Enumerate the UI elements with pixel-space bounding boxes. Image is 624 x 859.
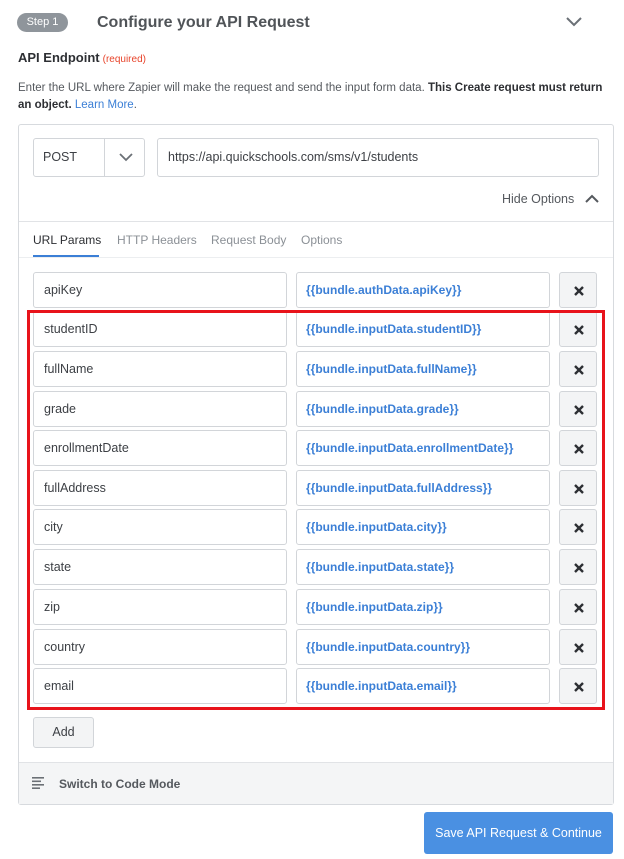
param-row: studentID {{bundle.inputData.studentID}} bbox=[0, 311, 624, 347]
param-value-input[interactable]: {{bundle.inputData.fullAddress}} bbox=[296, 470, 550, 506]
step-header[interactable]: Step 1 Configure your API Request bbox=[0, 0, 624, 46]
step-title: Configure your API Request bbox=[97, 14, 310, 31]
param-row: enrollmentDate {{bundle.inputData.enrollm… bbox=[0, 430, 624, 466]
method-divider bbox=[104, 139, 105, 176]
param-value-input[interactable]: {{bundle.inputData.city}} bbox=[296, 509, 550, 545]
endpoint-label: API Endpoint (required) bbox=[18, 49, 146, 69]
param-row: state {{bundle.inputData.state}} bbox=[0, 549, 624, 585]
param-value-input[interactable]: {{bundle.inputData.studentID}} bbox=[296, 311, 550, 347]
help-period: . bbox=[133, 99, 137, 111]
param-key-input[interactable]: zip bbox=[33, 589, 287, 625]
param-row: zip {{bundle.inputData.zip}} bbox=[0, 589, 624, 625]
chevron-up-icon[interactable] bbox=[585, 193, 599, 203]
param-value-input[interactable]: {{bundle.inputData.country}} bbox=[296, 629, 550, 665]
param-row: email {{bundle.inputData.email}} bbox=[0, 668, 624, 704]
param-value-input[interactable]: {{bundle.inputData.enrollmentDate}} bbox=[296, 430, 550, 466]
endpoint-label-text: API Endpoint bbox=[18, 50, 100, 65]
tabs-divider bbox=[19, 221, 613, 222]
chevron-down-icon bbox=[119, 153, 133, 162]
param-row: grade {{bundle.inputData.grade}} bbox=[0, 391, 624, 427]
close-icon bbox=[574, 484, 584, 494]
chevron-down-icon[interactable] bbox=[565, 14, 583, 28]
code-mode-label: Switch to Code Mode bbox=[59, 777, 181, 791]
hide-options-toggle[interactable]: Hide Options bbox=[502, 189, 574, 209]
param-key-input[interactable]: enrollmentDate bbox=[33, 430, 287, 466]
delete-param-button[interactable] bbox=[559, 549, 597, 585]
help-text: Enter the URL where Zapier will make the… bbox=[18, 82, 425, 94]
close-icon bbox=[574, 563, 584, 573]
add-param-button[interactable]: Add bbox=[33, 717, 94, 748]
param-value-input[interactable]: {{bundle.inputData.fullName}} bbox=[296, 351, 550, 387]
required-marker: (required) bbox=[102, 54, 146, 65]
close-icon bbox=[574, 643, 584, 653]
param-value-input[interactable]: {{bundle.authData.apiKey}} bbox=[296, 272, 550, 308]
tab-options[interactable]: Options bbox=[301, 233, 342, 247]
param-key-input[interactable]: fullAddress bbox=[33, 470, 287, 506]
param-row: city {{bundle.inputData.city}} bbox=[0, 509, 624, 545]
delete-param-button[interactable] bbox=[559, 509, 597, 545]
close-icon bbox=[574, 405, 584, 415]
close-icon bbox=[574, 325, 584, 335]
delete-param-button[interactable] bbox=[559, 470, 597, 506]
code-lines-icon bbox=[32, 777, 44, 789]
url-input[interactable]: https://api.quickschools.com/sms/v1/stud… bbox=[157, 138, 599, 177]
param-key-input[interactable]: studentID bbox=[33, 311, 287, 347]
param-key-input[interactable]: city bbox=[33, 509, 287, 545]
close-icon bbox=[574, 365, 584, 375]
param-row: country {{bundle.inputData.country}} bbox=[0, 629, 624, 665]
param-key-input[interactable]: email bbox=[33, 668, 287, 704]
close-icon bbox=[574, 603, 584, 613]
tab-http-headers[interactable]: HTTP Headers bbox=[117, 233, 197, 247]
param-value-input[interactable]: {{bundle.inputData.grade}} bbox=[296, 391, 550, 427]
close-icon bbox=[574, 286, 584, 296]
param-row: fullAddress {{bundle.inputData.fullAddres… bbox=[0, 470, 624, 506]
delete-param-button[interactable] bbox=[559, 589, 597, 625]
delete-param-button[interactable] bbox=[559, 668, 597, 704]
param-value-input[interactable]: {{bundle.inputData.email}} bbox=[296, 668, 550, 704]
delete-param-button[interactable] bbox=[559, 311, 597, 347]
param-key-input[interactable]: state bbox=[33, 549, 287, 585]
param-key-input[interactable]: grade bbox=[33, 391, 287, 427]
param-value-input[interactable]: {{bundle.inputData.zip}} bbox=[296, 589, 550, 625]
close-icon bbox=[574, 444, 584, 454]
method-select[interactable]: POST bbox=[33, 138, 145, 177]
save-continue-button[interactable]: Save API Request & Continue bbox=[424, 812, 613, 854]
code-mode-bar[interactable]: Switch to Code Mode bbox=[19, 762, 613, 804]
param-value-input[interactable]: {{bundle.inputData.state}} bbox=[296, 549, 550, 585]
param-key-input[interactable]: fullName bbox=[33, 351, 287, 387]
tab-request-body[interactable]: Request Body bbox=[211, 233, 286, 247]
delete-param-button[interactable] bbox=[559, 430, 597, 466]
tabs-bottom-divider bbox=[19, 257, 613, 258]
delete-param-button[interactable] bbox=[559, 272, 597, 308]
param-key-input[interactable]: apiKey bbox=[33, 272, 287, 308]
delete-param-button[interactable] bbox=[559, 629, 597, 665]
close-icon bbox=[574, 682, 584, 692]
method-value: POST bbox=[43, 150, 78, 164]
delete-param-button[interactable] bbox=[559, 391, 597, 427]
param-key-input[interactable]: country bbox=[33, 629, 287, 665]
param-row: fullName {{bundle.inputData.fullName}} bbox=[0, 351, 624, 387]
close-icon bbox=[574, 523, 584, 533]
tab-url-params[interactable]: URL Params bbox=[33, 233, 101, 247]
delete-param-button[interactable] bbox=[559, 351, 597, 387]
param-row: apiKey {{bundle.authData.apiKey}} bbox=[0, 272, 624, 308]
endpoint-help-text: Enter the URL where Zapier will make the… bbox=[18, 80, 618, 114]
step-badge: Step 1 bbox=[17, 13, 68, 32]
learn-more-link[interactable]: Learn More bbox=[75, 99, 134, 111]
